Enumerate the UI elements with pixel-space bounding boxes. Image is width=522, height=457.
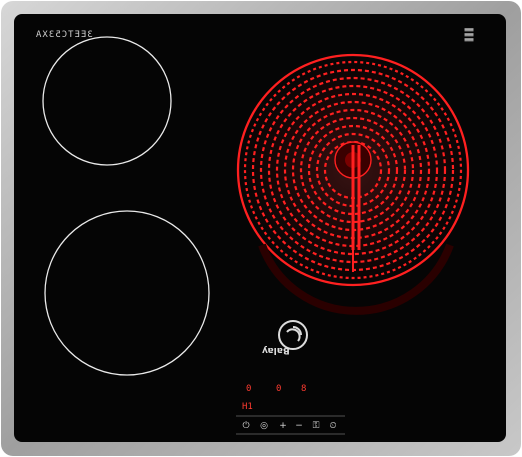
timer-digit: 8 bbox=[301, 384, 307, 394]
ceramic-hob-scene: 3EETC53XA ▦▦▦ ▦▦▦ ▦▦▦ Balay 0 0 H1 8 ⏻ ◎ +… bbox=[0, 0, 522, 457]
front-zone-indicator: 0 bbox=[276, 384, 282, 394]
certification-label: ▦▦▦ ▦▦▦ ▦▦▦ bbox=[464, 27, 474, 43]
child-lock-button[interactable]: ◎ bbox=[257, 419, 271, 433]
ceramic-hob bbox=[1, 1, 521, 456]
minus-button[interactable]: − bbox=[292, 419, 306, 433]
power-level-display: H1 bbox=[242, 402, 253, 412]
model-label: 3EETC53XA bbox=[35, 30, 93, 40]
rear-zone-indicator: 0 bbox=[246, 384, 252, 394]
plus-button[interactable]: + bbox=[276, 419, 290, 433]
brand-name: Balay bbox=[262, 345, 290, 355]
key-button[interactable]: ⚿ bbox=[309, 419, 323, 433]
power-button[interactable]: ⏻ bbox=[239, 419, 253, 433]
timer-button[interactable]: ⏲ bbox=[326, 419, 340, 433]
